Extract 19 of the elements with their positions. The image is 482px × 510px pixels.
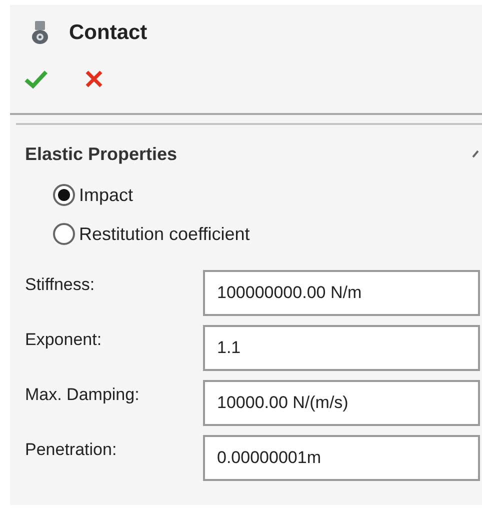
radio-option[interactable]: Restitution coefficient [53,220,482,248]
check-icon [24,68,48,88]
input-field[interactable]: 10000.00 N/(m/s) [203,380,480,426]
field-label: Exponent: [25,328,103,350]
panel-title: Contact [69,20,148,46]
radio-button[interactable] [53,223,75,245]
input-field[interactable]: 1.1 [203,324,480,370]
close-icon [84,68,104,88]
radio-button[interactable] [53,184,75,206]
field-label: Max. Damping: [25,384,140,406]
ok-button[interactable] [24,68,48,88]
input-field[interactable]: 100000000.00 N/m [203,270,480,316]
input-field[interactable]: 0.00000001m [203,434,480,480]
field-label: Penetration: [25,438,118,460]
contact-icon [31,20,49,46]
field-label: Stiffness: [25,274,96,296]
cancel-button[interactable] [84,68,104,88]
radio-option[interactable]: Impact [53,182,482,208]
section-title: Elastic Properties [25,142,178,166]
